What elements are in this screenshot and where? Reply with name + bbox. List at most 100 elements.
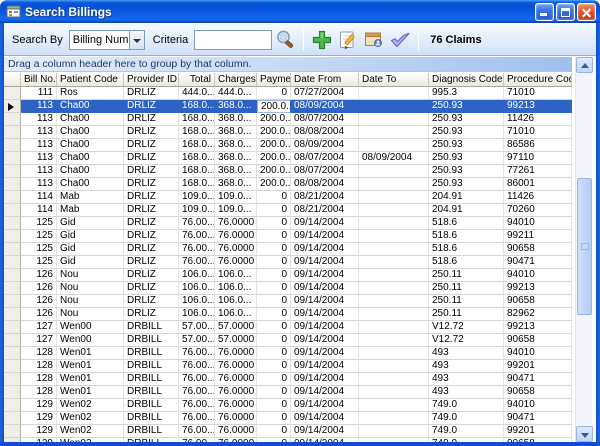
- cell-total[interactable]: 168.0...: [179, 152, 215, 165]
- cell-patient_code[interactable]: Mab: [57, 204, 124, 217]
- cell-payment[interactable]: 0: [257, 425, 291, 438]
- cell-diagnosis_code[interactable]: 250.93: [429, 113, 504, 126]
- cell-procedure_code[interactable]: 11426: [504, 113, 572, 126]
- row-indicator-cell[interactable]: [4, 87, 21, 100]
- row-indicator-cell[interactable]: [4, 191, 21, 204]
- cell-bill_no[interactable]: 113: [21, 178, 57, 191]
- cell-charges[interactable]: 368.0...: [215, 100, 257, 113]
- cell-date_to[interactable]: [359, 230, 429, 243]
- cell-diagnosis_code[interactable]: 493: [429, 360, 504, 373]
- claim-details-button[interactable]: [362, 28, 386, 52]
- cell-bill_no[interactable]: 128: [21, 373, 57, 386]
- titlebar[interactable]: Search Billings: [0, 0, 600, 23]
- cell-date_from[interactable]: 07/27/2004: [291, 87, 359, 100]
- cell-date_to[interactable]: [359, 178, 429, 191]
- cell-total[interactable]: 57.00...: [179, 334, 215, 347]
- table-row[interactable]: 129Wen02DRBILL76.00...76.0000009/14/2004…: [4, 425, 572, 438]
- table-row[interactable]: 113Cha00DRLIZ168.0...368.0...200.0...08/…: [4, 139, 572, 152]
- row-indicator-cell[interactable]: [4, 373, 21, 386]
- row-indicator-cell[interactable]: [4, 100, 21, 113]
- cell-bill_no[interactable]: 126: [21, 269, 57, 282]
- cell-diagnosis_code[interactable]: 518.6: [429, 217, 504, 230]
- cell-payment[interactable]: 0: [257, 204, 291, 217]
- search-button[interactable]: [273, 28, 297, 52]
- cell-charges[interactable]: 76.0000: [215, 360, 257, 373]
- cell-charges[interactable]: 109.0...: [215, 204, 257, 217]
- cell-payment[interactable]: 200.0...: [257, 178, 291, 191]
- cell-diagnosis_code[interactable]: 204.91: [429, 191, 504, 204]
- row-indicator-cell[interactable]: [4, 113, 21, 126]
- cell-procedure_code[interactable]: 71010: [504, 87, 572, 100]
- cell-date_to[interactable]: [359, 217, 429, 230]
- cell-total[interactable]: 106.0...: [179, 295, 215, 308]
- cell-total[interactable]: 76.00...: [179, 256, 215, 269]
- cell-charges[interactable]: 106.0...: [215, 282, 257, 295]
- row-indicator-cell[interactable]: [4, 308, 21, 321]
- cell-date_to[interactable]: [359, 360, 429, 373]
- table-row[interactable]: 113Cha00DRLIZ168.0...368.0...200.0...08/…: [4, 152, 572, 165]
- cell-patient_code[interactable]: Wen02: [57, 412, 124, 425]
- cell-date_to[interactable]: [359, 373, 429, 386]
- row-indicator-cell[interactable]: [4, 399, 21, 412]
- cell-charges[interactable]: 76.0000: [215, 425, 257, 438]
- cell-bill_no[interactable]: 125: [21, 217, 57, 230]
- cell-date_from[interactable]: 09/14/2004: [291, 230, 359, 243]
- cell-patient_code[interactable]: Cha00: [57, 178, 124, 191]
- cell-payment[interactable]: 0: [257, 321, 291, 334]
- table-row[interactable]: 125GidDRLIZ76.00...76.0000009/14/2004518…: [4, 256, 572, 269]
- cell-provider_id[interactable]: DRLIZ: [124, 204, 179, 217]
- cell-charges[interactable]: 76.0000: [215, 217, 257, 230]
- cell-diagnosis_code[interactable]: 493: [429, 373, 504, 386]
- table-row[interactable]: 128Wen01DRBILL76.00...76.0000009/14/2004…: [4, 347, 572, 360]
- cell-date_to[interactable]: [359, 399, 429, 412]
- vertical-scrollbar[interactable]: [575, 57, 592, 442]
- cell-total[interactable]: 76.00...: [179, 230, 215, 243]
- cell-total[interactable]: 76.00...: [179, 373, 215, 386]
- cell-procedure_code[interactable]: 11426: [504, 191, 572, 204]
- cell-bill_no[interactable]: 113: [21, 113, 57, 126]
- cell-patient_code[interactable]: Mab: [57, 191, 124, 204]
- cell-provider_id[interactable]: DRLIZ: [124, 152, 179, 165]
- cell-patient_code[interactable]: Wen02: [57, 425, 124, 438]
- cell-diagnosis_code[interactable]: 250.93: [429, 178, 504, 191]
- row-indicator-cell[interactable]: [4, 321, 21, 334]
- column-header-total[interactable]: Total: [179, 73, 215, 87]
- cell-provider_id[interactable]: DRLIZ: [124, 191, 179, 204]
- scroll-down-button[interactable]: [576, 426, 593, 442]
- table-row[interactable]: 126NouDRLIZ106.0...106.0...009/14/200425…: [4, 269, 572, 282]
- cell-charges[interactable]: 106.0...: [215, 295, 257, 308]
- cell-bill_no[interactable]: 129: [21, 412, 57, 425]
- cell-patient_code[interactable]: Gid: [57, 243, 124, 256]
- column-header-date_to[interactable]: Date To: [359, 73, 429, 87]
- cell-charges[interactable]: 368.0...: [215, 152, 257, 165]
- cell-procedure_code[interactable]: 90471: [504, 256, 572, 269]
- cell-charges[interactable]: 76.0000: [215, 373, 257, 386]
- cell-date_from[interactable]: 09/14/2004: [291, 425, 359, 438]
- cell-payment[interactable]: 0: [257, 334, 291, 347]
- cell-date_from[interactable]: 09/14/2004: [291, 282, 359, 295]
- cell-date_from[interactable]: 09/14/2004: [291, 269, 359, 282]
- cell-date_from[interactable]: 09/14/2004: [291, 321, 359, 334]
- cell-date_from[interactable]: 09/14/2004: [291, 386, 359, 399]
- column-header-provider_id[interactable]: Provider ID: [124, 73, 179, 87]
- row-indicator-cell[interactable]: [4, 243, 21, 256]
- cell-diagnosis_code[interactable]: 518.6: [429, 230, 504, 243]
- cell-total[interactable]: 76.00...: [179, 386, 215, 399]
- cell-procedure_code[interactable]: 90658: [504, 243, 572, 256]
- cell-payment[interactable]: 0: [257, 308, 291, 321]
- edit-claim-button[interactable]: [336, 28, 360, 52]
- table-row[interactable]: 126NouDRLIZ106.0...106.0...009/14/200425…: [4, 295, 572, 308]
- cell-payment[interactable]: 0: [257, 412, 291, 425]
- cell-patient_code[interactable]: Cha00: [57, 165, 124, 178]
- table-row[interactable]: 126NouDRLIZ106.0...106.0...009/14/200425…: [4, 282, 572, 295]
- cell-diagnosis_code[interactable]: 518.6: [429, 243, 504, 256]
- cell-patient_code[interactable]: Cha00: [57, 126, 124, 139]
- cell-provider_id[interactable]: DRLIZ: [124, 256, 179, 269]
- cell-diagnosis_code[interactable]: 749.0: [429, 412, 504, 425]
- cell-provider_id[interactable]: DRLIZ: [124, 269, 179, 282]
- cell-date_from[interactable]: 09/14/2004: [291, 295, 359, 308]
- row-indicator-cell[interactable]: [4, 165, 21, 178]
- cell-procedure_code[interactable]: 94010: [504, 399, 572, 412]
- cell-provider_id[interactable]: DRBILL: [124, 360, 179, 373]
- cell-total[interactable]: 168.0...: [179, 165, 215, 178]
